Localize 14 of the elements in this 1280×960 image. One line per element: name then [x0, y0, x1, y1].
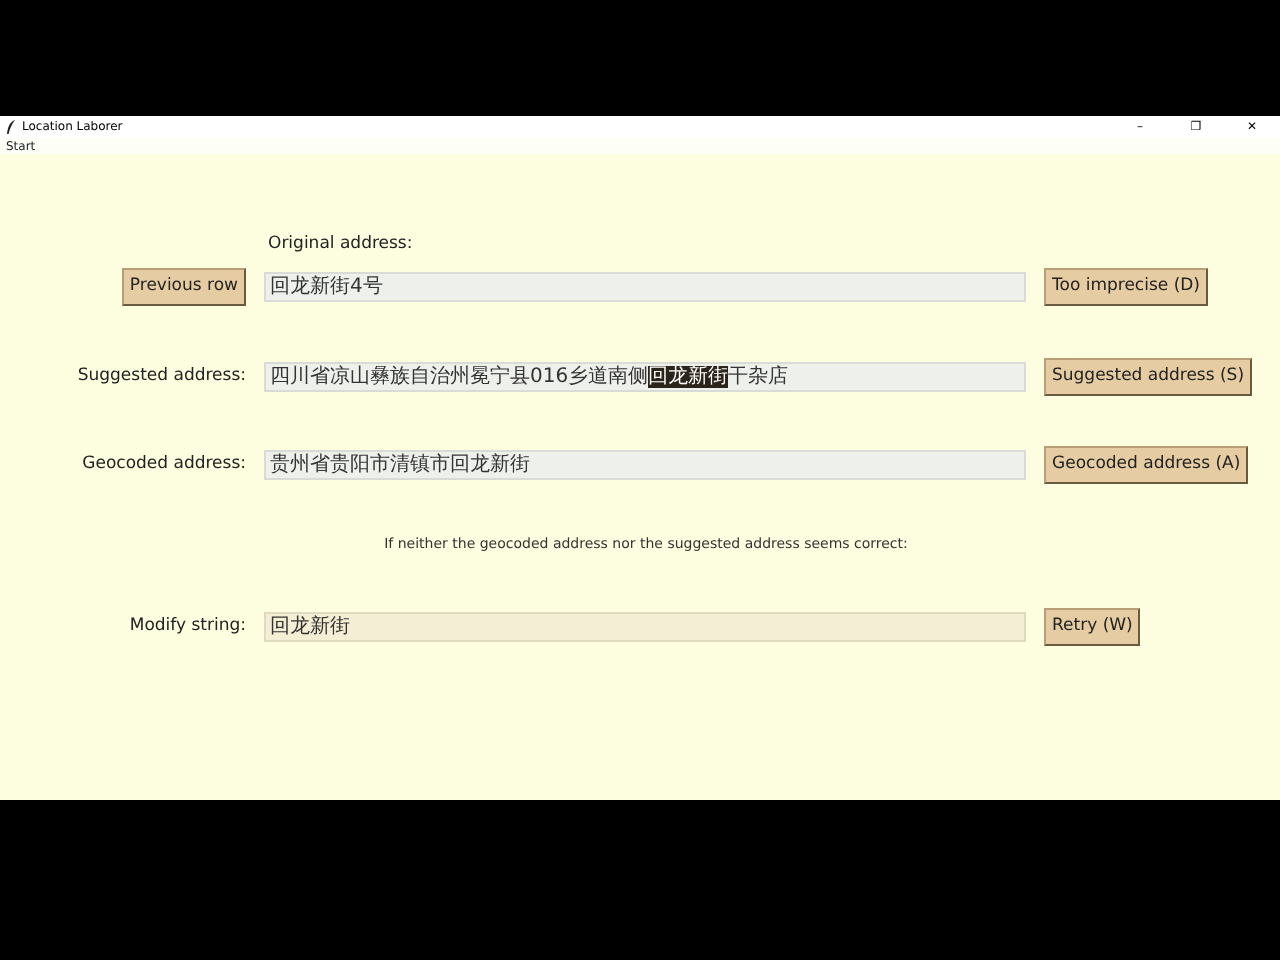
action-button[interactable]: Suggested address (S)	[1044, 357, 1253, 395]
field-label: Geocoded address:	[80, 451, 246, 477]
field-label: Modify string:	[127, 614, 246, 640]
action-button[interactable]: Geocoded address (A)	[1044, 445, 1249, 483]
action-button[interactable]: Retry (W)	[1044, 608, 1141, 646]
text-field[interactable]: 贵州省贵阳市清镇市回龙新街	[264, 449, 1026, 479]
text-field[interactable]: 回龙新街4号	[264, 271, 1026, 301]
text-field[interactable]: 回龙新街	[264, 612, 1026, 642]
field-label: Suggested address:	[75, 363, 246, 389]
action-button[interactable]: Too imprecise (D)	[1044, 267, 1208, 305]
field-label: Original address:	[268, 231, 413, 257]
text-field[interactable]: 四川省凉山彝族自治州冕宁县016乡道南侧回龙新街干杂店	[264, 361, 1026, 391]
previous-row-button[interactable]: Previous row	[121, 267, 246, 305]
feather-icon	[6, 120, 16, 134]
